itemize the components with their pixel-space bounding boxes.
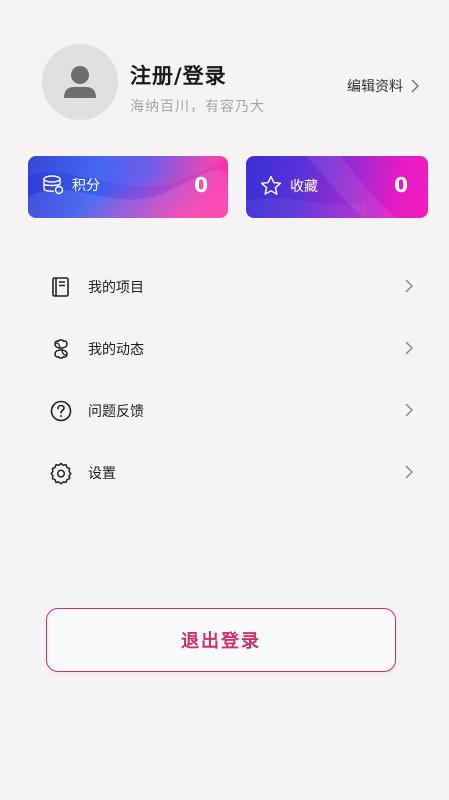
points-card[interactable]: 积分 0: [28, 156, 228, 218]
menu-item-feedback[interactable]: 问题反馈: [48, 380, 413, 442]
gear-icon: [48, 460, 74, 486]
menu-item-label: 我的动态: [88, 342, 144, 358]
star-icon: [260, 175, 282, 196]
menu-item-label: 设置: [88, 466, 116, 482]
question-icon: [48, 398, 74, 424]
chevron-right-icon: [405, 279, 413, 293]
menu-item-my-activity[interactable]: 我的动态: [48, 318, 413, 380]
chevron-right-icon: [405, 403, 413, 417]
profile-header: 注册/登录 海纳百川，有容乃大 编辑资料: [42, 44, 419, 120]
user-slogan: 海纳百川，有容乃大: [130, 99, 265, 115]
favorites-label: 收藏: [290, 178, 318, 195]
points-label: 积分: [72, 178, 100, 194]
menu-item-my-projects[interactable]: 我的项目: [48, 256, 413, 318]
points-value: 0: [194, 173, 208, 197]
user-placeholder-icon: [64, 66, 96, 98]
logout-label: 退出登录: [181, 631, 261, 652]
notebook-icon: [48, 274, 74, 300]
edit-profile-label: 编辑资料: [347, 79, 403, 95]
favorites-value: 0: [394, 173, 408, 197]
logout-button[interactable]: 退出登录: [46, 608, 396, 672]
login-register-title[interactable]: 注册/登录: [130, 60, 227, 90]
avatar[interactable]: [42, 44, 118, 120]
menu-item-label: 问题反馈: [88, 404, 144, 420]
edit-profile-link[interactable]: 编辑资料: [347, 76, 419, 96]
menu-item-settings[interactable]: 设置: [48, 442, 413, 504]
database-icon: [42, 175, 64, 195]
chevron-right-icon: [405, 341, 413, 355]
chevron-right-icon: [405, 465, 413, 479]
clover-icon: [48, 336, 74, 362]
menu-item-label: 我的项目: [88, 280, 144, 296]
favorites-card[interactable]: 收藏 0: [246, 156, 428, 218]
settings-menu: 我的项目 我的动态 问题反馈 设置: [48, 256, 413, 504]
chevron-right-icon: [411, 79, 419, 93]
